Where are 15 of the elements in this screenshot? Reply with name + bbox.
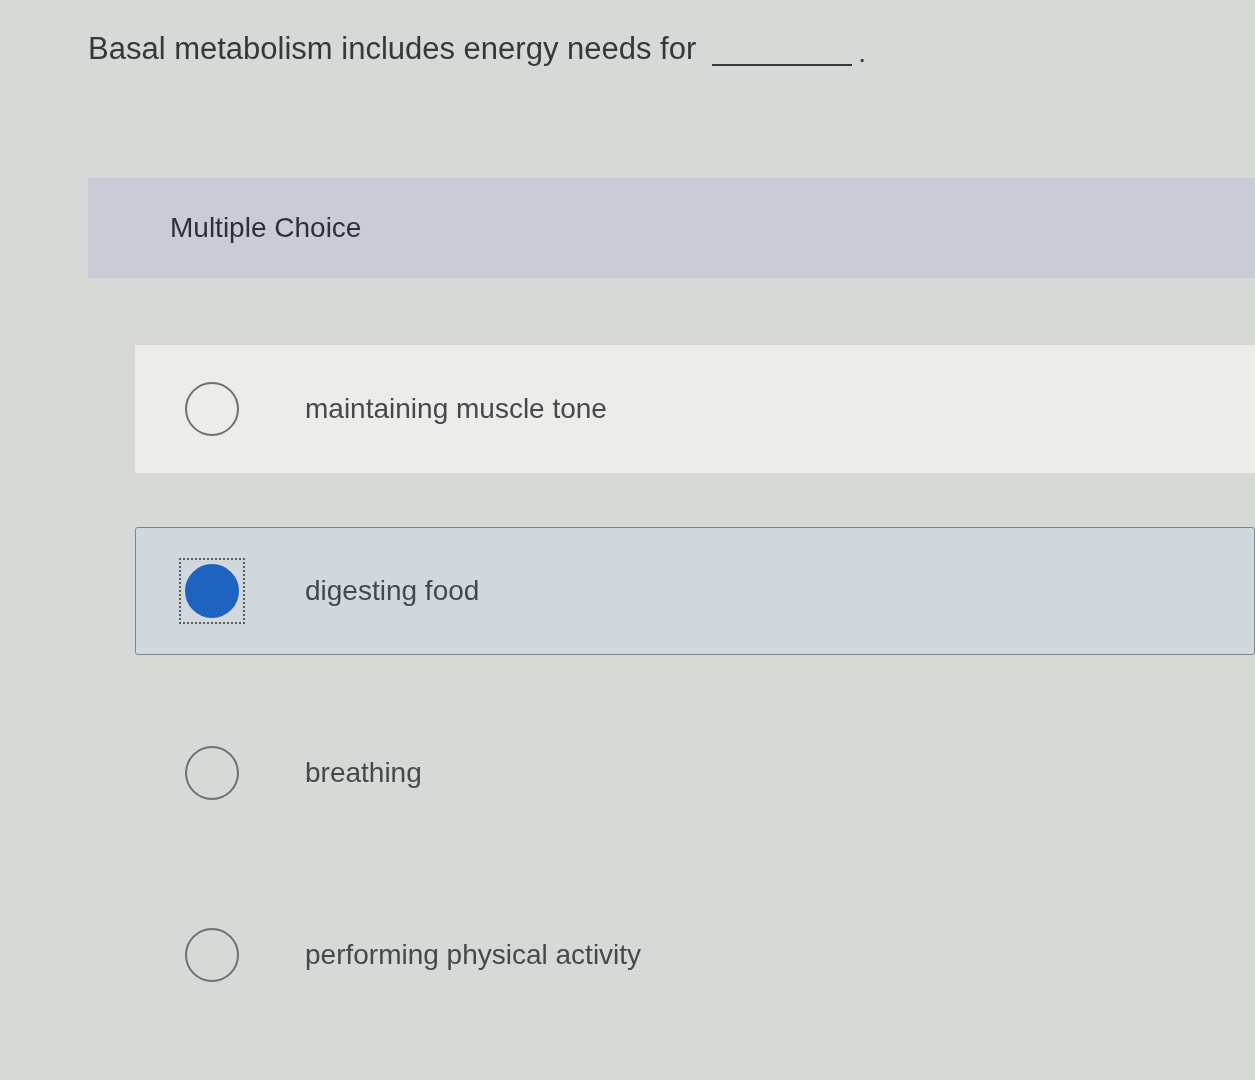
sentence-period: . (858, 39, 867, 67)
question-text: Basal metabolism includes energy needs for (88, 29, 697, 68)
option-label: digesting food (305, 574, 480, 608)
radio-button[interactable] (179, 558, 245, 624)
section-title: Multiple Choice (170, 211, 362, 245)
option-label: performing physical activity (305, 938, 642, 972)
answer-option[interactable]: maintaining muscle tone (135, 345, 1255, 473)
answer-option[interactable]: breathing (135, 709, 1255, 837)
radio-button[interactable] (185, 928, 239, 982)
answer-option[interactable]: performing physical activity (135, 891, 1255, 1019)
option-label: breathing (305, 756, 422, 790)
radio-button[interactable] (185, 746, 239, 800)
radio-button[interactable] (185, 382, 239, 436)
option-label: maintaining muscle tone (305, 392, 607, 426)
answer-option[interactable]: digesting food (135, 527, 1255, 655)
